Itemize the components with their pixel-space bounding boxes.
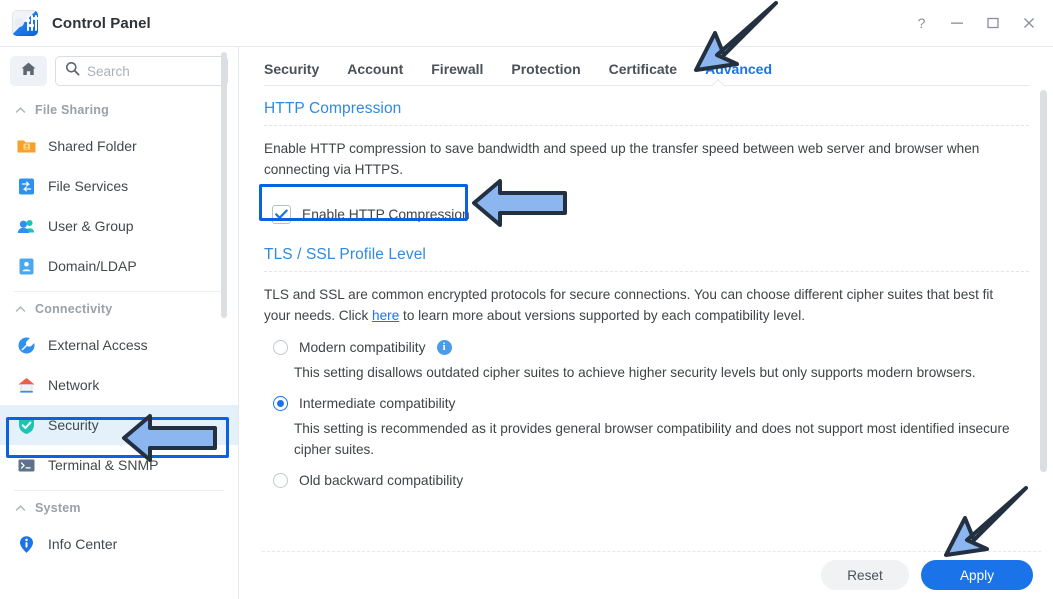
tls-ssl-learn-more-link[interactable]: here bbox=[372, 308, 399, 323]
maximize-icon[interactable] bbox=[975, 5, 1011, 41]
window-title: Control Panel bbox=[52, 14, 151, 32]
tab-advanced[interactable]: Advanced bbox=[691, 61, 786, 86]
search-placeholder: Search bbox=[87, 63, 130, 79]
search-icon bbox=[65, 61, 80, 81]
title-bar: Control Panel ? bbox=[0, 0, 1053, 47]
help-icon[interactable]: ? bbox=[903, 5, 939, 41]
sidebar-scrollbar[interactable] bbox=[221, 52, 227, 318]
sidebar-group-file-sharing[interactable]: File Sharing bbox=[0, 93, 238, 126]
file-services-icon bbox=[16, 176, 37, 197]
sidebar-item-label: File Services bbox=[48, 178, 129, 194]
radio-modern-compatibility[interactable] bbox=[273, 340, 288, 355]
close-icon[interactable] bbox=[1011, 5, 1047, 41]
folder-icon bbox=[16, 136, 37, 157]
sidebar-item-domain-ldap[interactable]: Domain/LDAP bbox=[0, 246, 238, 286]
active-tab-caret bbox=[712, 79, 725, 86]
chevron-up-icon bbox=[15, 304, 26, 315]
sidebar-group-label: Connectivity bbox=[35, 302, 113, 316]
modern-compatibility-description: This setting disallows outdated cipher s… bbox=[294, 365, 976, 380]
info-center-icon bbox=[16, 534, 37, 555]
sidebar-item-label: Network bbox=[48, 377, 100, 393]
sidebar-item-label: User & Group bbox=[48, 218, 134, 234]
sidebar-item-label: Terminal & SNMP bbox=[48, 457, 159, 473]
tls-ssl-description-part2: to learn more about versions supported b… bbox=[399, 308, 806, 323]
radio-intermediate-compatibility-label: Intermediate compatibility bbox=[299, 396, 456, 411]
radio-intermediate-compatibility[interactable] bbox=[273, 396, 288, 411]
radio-old-backward-compatibility[interactable] bbox=[273, 473, 288, 488]
home-button[interactable] bbox=[10, 56, 47, 86]
sidebar-item-network[interactable]: Network bbox=[0, 365, 238, 405]
window-controls: ? bbox=[903, 5, 1053, 41]
intermediate-compatibility-description: This setting is recommended as it provid… bbox=[294, 421, 1010, 457]
footer-buttons: Reset Apply bbox=[821, 560, 1033, 590]
content-scrollbar[interactable] bbox=[1040, 90, 1047, 472]
sidebar-item-terminal-snmp[interactable]: Terminal & SNMP bbox=[0, 445, 238, 485]
http-compression-description: Enable HTTP compression to save bandwidt… bbox=[264, 141, 980, 177]
chevron-up-icon bbox=[15, 503, 26, 514]
footer-bar: Reset Apply bbox=[240, 551, 1053, 599]
reset-button[interactable]: Reset bbox=[821, 560, 909, 590]
tab-bar: Security Account Firewall Protection Cer… bbox=[240, 47, 1053, 86]
minimize-icon[interactable] bbox=[939, 5, 975, 41]
radio-modern-compatibility-row[interactable]: Modern compatibility i bbox=[264, 340, 1029, 355]
sidebar-item-external-access[interactable]: External Access bbox=[0, 325, 238, 365]
home-icon bbox=[20, 61, 37, 82]
enable-http-compression-label: Enable HTTP Compression bbox=[302, 207, 470, 222]
shield-icon bbox=[16, 415, 37, 436]
section-rule bbox=[264, 271, 1029, 273]
terminal-icon bbox=[16, 455, 37, 476]
info-icon[interactable]: i bbox=[436, 340, 452, 355]
sidebar-item-security[interactable]: Security bbox=[0, 405, 238, 445]
sidebar-group-connectivity[interactable]: Connectivity bbox=[0, 292, 238, 325]
section-title-tls-ssl: TLS / SSL Profile Level bbox=[264, 246, 426, 263]
svg-text:?: ? bbox=[917, 16, 925, 31]
network-icon bbox=[16, 375, 37, 396]
check-icon bbox=[275, 209, 288, 219]
sidebar-item-label: External Access bbox=[48, 337, 148, 353]
enable-http-compression-checkbox[interactable] bbox=[272, 205, 291, 224]
tls-ssl-description: TLS and SSL are common encrypted protoco… bbox=[264, 284, 1010, 326]
sidebar-item-info-center[interactable]: Info Center bbox=[0, 524, 238, 564]
tab-security[interactable]: Security bbox=[264, 61, 333, 86]
control-panel-icon bbox=[12, 10, 38, 36]
enable-http-compression-row[interactable]: Enable HTTP Compression bbox=[264, 199, 1029, 230]
sidebar-group-label: System bbox=[35, 501, 81, 515]
search-input[interactable]: Search bbox=[55, 56, 228, 86]
tab-certificate[interactable]: Certificate bbox=[595, 61, 691, 86]
footer-rule bbox=[262, 551, 1041, 553]
sidebar-group-label: File Sharing bbox=[35, 103, 109, 117]
sidebar: Search File Sharing Shared Folder File S… bbox=[0, 47, 239, 599]
user-group-icon bbox=[16, 216, 37, 237]
tab-protection[interactable]: Protection bbox=[497, 61, 594, 86]
section-title-http-compression: HTTP Compression bbox=[264, 100, 402, 117]
settings-panel: HTTP Compression Enable HTTP compression… bbox=[240, 86, 1053, 488]
sidebar-item-file-services[interactable]: File Services bbox=[0, 166, 238, 206]
sidebar-nav: File Sharing Shared Folder File Services… bbox=[0, 93, 238, 564]
apply-button[interactable]: Apply bbox=[921, 560, 1033, 590]
radio-intermediate-compatibility-row[interactable]: Intermediate compatibility bbox=[264, 396, 1029, 411]
domain-ldap-icon bbox=[16, 256, 37, 277]
sidebar-item-label: Info Center bbox=[48, 536, 118, 552]
chevron-up-icon bbox=[15, 105, 26, 116]
sidebar-item-label: Shared Folder bbox=[48, 138, 137, 154]
radio-old-backward-compatibility-label: Old backward compatibility bbox=[299, 473, 464, 488]
sidebar-item-user-group[interactable]: User & Group bbox=[0, 206, 238, 246]
sidebar-item-shared-folder[interactable]: Shared Folder bbox=[0, 126, 238, 166]
sidebar-toolbar: Search bbox=[0, 47, 238, 93]
sidebar-group-system[interactable]: System bbox=[0, 491, 238, 524]
radio-old-backward-compatibility-row[interactable]: Old backward compatibility bbox=[264, 473, 1029, 488]
tab-account[interactable]: Account bbox=[333, 61, 417, 86]
sidebar-item-label: Security bbox=[48, 417, 99, 433]
sidebar-item-label: Domain/LDAP bbox=[48, 258, 137, 274]
tab-firewall[interactable]: Firewall bbox=[417, 61, 497, 86]
control-panel-window: Control Panel ? Search File Sharing Shar… bbox=[0, 0, 1053, 599]
radio-modern-compatibility-label: Modern compatibility bbox=[299, 340, 426, 355]
section-rule bbox=[264, 125, 1029, 127]
content-area: Security Account Firewall Protection Cer… bbox=[240, 47, 1053, 599]
external-access-icon bbox=[16, 335, 37, 356]
